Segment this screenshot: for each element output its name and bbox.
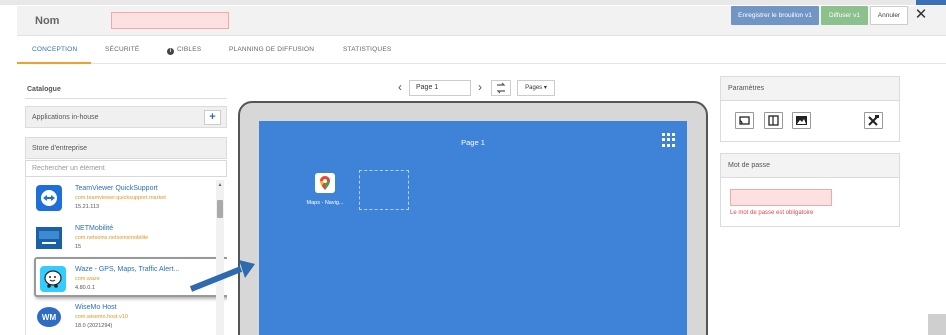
page-select[interactable]: Page 1: [409, 80, 471, 96]
list-item-netmobilite[interactable]: NETMobilité com.netsoins.netsoinsmobilit…: [26, 218, 218, 258]
app-package: com.waze: [75, 276, 100, 282]
image-button[interactable]: [792, 112, 811, 129]
scroll-thumb[interactable]: [217, 200, 223, 218]
right-gutter: [903, 64, 946, 335]
app-name: TeamViewer QuickSupport: [75, 185, 158, 192]
tab-bar: CONCEPTION SÉCURITÉ i CIBLES PLANNING DE …: [17, 37, 946, 64]
cast-button[interactable]: [735, 112, 754, 129]
tab-planning[interactable]: PLANNING DE DIFFUSION: [229, 46, 314, 53]
catalog-divider: [25, 98, 227, 99]
save-draft-button[interactable]: Enregistrer le brouillon v1: [731, 6, 819, 25]
screen-page-title: Page 1: [461, 138, 485, 147]
app-version: 15: [75, 244, 82, 250]
search-input[interactable]: [26, 161, 226, 176]
app-version: 15.21.113: [75, 204, 100, 210]
store-section[interactable]: Store d'entreprise: [25, 137, 227, 159]
add-app-button[interactable]: +: [204, 110, 221, 125]
layout-icon: [768, 115, 779, 126]
google-maps-icon[interactable]: [315, 173, 335, 193]
swap-icon: [496, 82, 506, 94]
tab-cibles-label: CIBLES: [177, 46, 202, 53]
drag-arrow-icon: [189, 260, 255, 292]
app-shortcut-label: Maps - Navig...: [306, 200, 344, 206]
gutter-corner: [928, 314, 946, 335]
app-package: com.wisemo.host.v10: [75, 314, 128, 320]
tools-button[interactable]: [864, 112, 883, 129]
image-icon: [796, 116, 807, 125]
app-name: Waze - GPS, Maps, Traffic Alert...: [75, 266, 180, 273]
next-page-icon[interactable]: ›: [473, 80, 487, 96]
top-strip: [0, 0, 946, 5]
device-screen[interactable]: Page 1 Maps - Navig...: [259, 121, 687, 335]
close-icon[interactable]: ✕: [913, 5, 929, 25]
settings-title: Paramètres: [721, 77, 899, 101]
password-title: Mot de passe: [721, 154, 899, 178]
nom-label: Nom: [35, 15, 60, 27]
prev-page-icon[interactable]: ‹: [393, 80, 407, 96]
app-version: 18.0 (2021294): [75, 323, 113, 329]
cancel-button[interactable]: Annuler: [870, 6, 908, 25]
teamviewer-icon: [36, 185, 62, 211]
list-item-teamviewer[interactable]: TeamViewer QuickSupport com.teamviewer.q…: [26, 178, 218, 218]
app-package: com.teamviewer.quicksupport.market: [75, 195, 166, 201]
tools-icon: [868, 115, 879, 126]
store-label: Store d'entreprise: [32, 145, 88, 152]
cast-icon: [739, 116, 750, 125]
waze-icon: [40, 266, 66, 292]
info-icon: i: [167, 48, 174, 55]
pages-dropdown[interactable]: Pages ▾: [517, 80, 555, 96]
scroll-up-icon[interactable]: ▲: [216, 181, 224, 189]
list-item-wisemo[interactable]: WM WiseMo Host com.wisemo.host.v10 18.0 …: [26, 297, 218, 335]
app-package: com.netsoins.netsoinsmobilite: [75, 235, 149, 241]
wisemo-icon: WM: [37, 307, 61, 327]
netmobilite-icon: [36, 227, 62, 249]
catalog-title: Catalogue: [27, 86, 61, 93]
tab-conception[interactable]: CONCEPTION: [32, 46, 77, 53]
password-input[interactable]: [730, 189, 832, 206]
drop-zone[interactable]: [359, 170, 409, 210]
svg-text:WM: WM: [42, 313, 57, 322]
app-version: 4.80.0.1: [75, 285, 95, 291]
tab-statistiques[interactable]: STATISTIQUES: [343, 46, 391, 53]
publish-button[interactable]: Diffuser v1: [821, 6, 868, 25]
nom-input[interactable]: [111, 12, 229, 29]
page-swap-button[interactable]: [491, 80, 511, 96]
password-error: Le mot de passe est obligatoire: [730, 210, 814, 216]
password-card: Mot de passe Le mot de passe est obligat…: [720, 153, 900, 227]
app-name: WiseMo Host: [75, 304, 117, 311]
inhouse-section[interactable]: Applications in-house +: [25, 106, 227, 128]
tab-cibles[interactable]: i CIBLES: [167, 46, 201, 55]
inhouse-label: Applications in-house: [32, 114, 99, 121]
tab-securite[interactable]: SÉCURITÉ: [105, 46, 139, 53]
layout-button[interactable]: [764, 112, 783, 129]
search-box: [25, 160, 227, 177]
app-name: NETMobilité: [75, 225, 114, 232]
settings-card: Paramètres: [720, 76, 900, 142]
active-tab-indicator: [17, 62, 91, 64]
grid-menu-icon[interactable]: [662, 133, 676, 147]
